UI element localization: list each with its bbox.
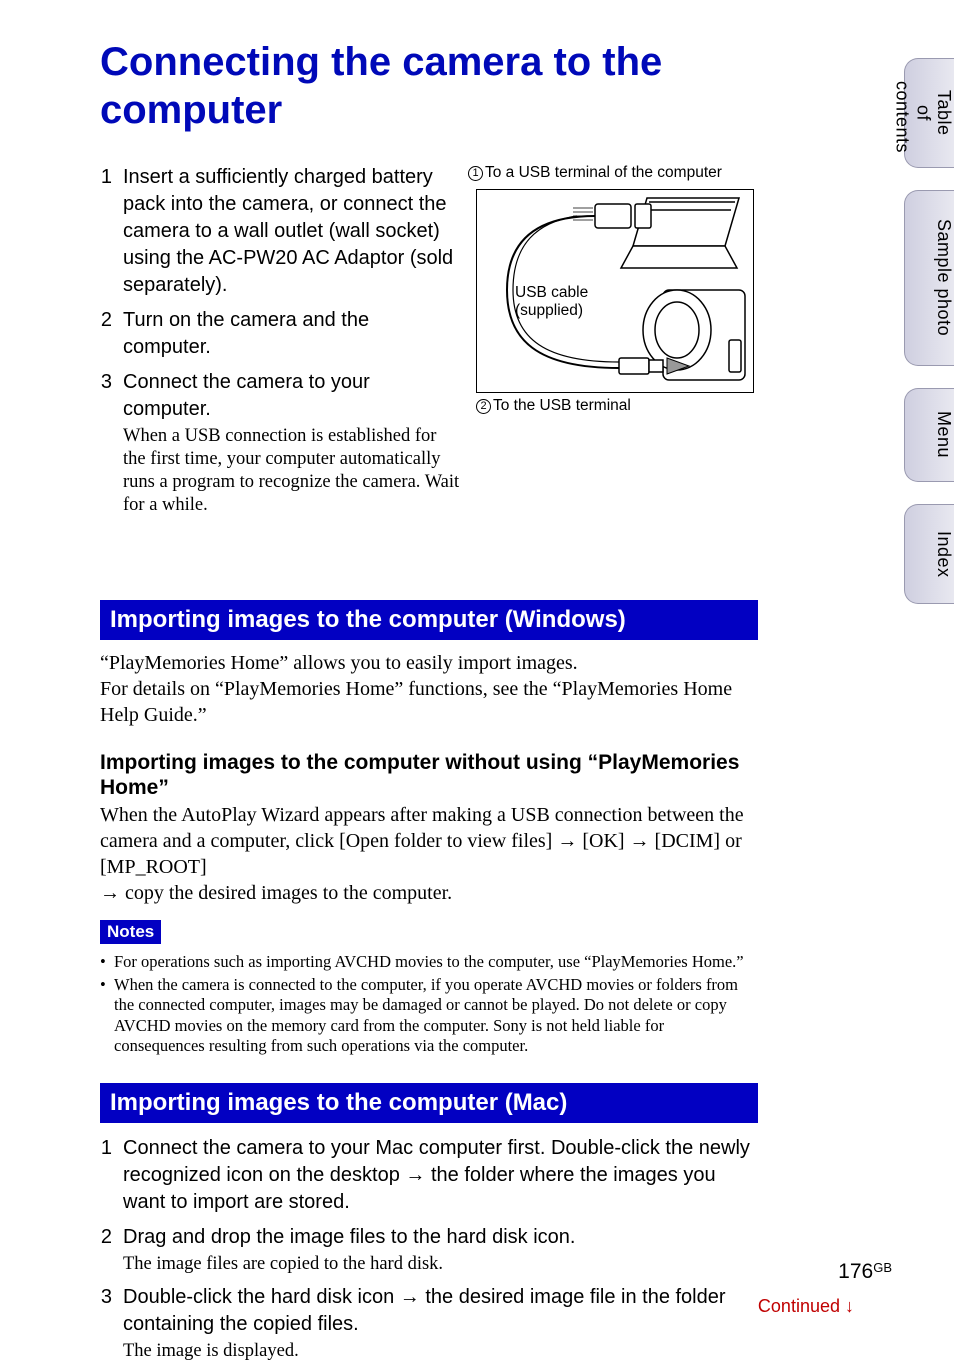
step-number: 3 bbox=[100, 1284, 112, 1363]
page-number: 176GB bbox=[838, 1260, 892, 1284]
note-item: For operations such as importing AVCHD m… bbox=[100, 952, 758, 973]
step-text: Insert a sufficiently charged battery pa… bbox=[123, 164, 460, 299]
section-subbody: When the AutoPlay Wizard appears after m… bbox=[100, 802, 758, 906]
section-subhead: Importing images to the computer without… bbox=[100, 750, 758, 800]
tab-index[interactable]: Index bbox=[904, 504, 954, 604]
main-steps: 1 Insert a sufficiently charged battery … bbox=[100, 164, 460, 518]
tab-table-of-contents[interactable]: Table of contents bbox=[904, 58, 954, 168]
usb-cable-label: USB cable(supplied) bbox=[515, 284, 588, 321]
step-number: 1 bbox=[100, 164, 112, 299]
step-text: Double-click the hard disk icon → the de… bbox=[123, 1284, 758, 1338]
notes-label: Notes bbox=[100, 920, 161, 944]
section-heading-mac: Importing images to the computer (Mac) bbox=[100, 1083, 758, 1123]
callout-number-icon: 2 bbox=[476, 399, 491, 414]
section-heading-windows: Importing images to the computer (Window… bbox=[100, 600, 758, 640]
note-item: When the camera is connected to the comp… bbox=[100, 975, 758, 1058]
callout-number-icon: 1 bbox=[468, 166, 483, 181]
step-number: 3 bbox=[100, 369, 112, 518]
step-text: Drag and drop the image files to the har… bbox=[123, 1224, 758, 1251]
connection-diagram: USB cable(supplied) bbox=[476, 189, 754, 393]
step-number: 2 bbox=[100, 307, 112, 361]
step-number: 1 bbox=[100, 1135, 112, 1216]
section-body: “PlayMemories Home” allows you to easily… bbox=[100, 650, 758, 728]
continued-indicator: Continued ↓ bbox=[758, 1296, 854, 1317]
callout-2: 2To the USB terminal bbox=[476, 397, 758, 416]
step-subtext: The image is displayed. bbox=[123, 1340, 758, 1363]
diagram-area: 1To a USB terminal of the computer bbox=[468, 164, 758, 526]
page-title: Connecting the camera to the computer bbox=[100, 38, 758, 134]
down-arrow-icon: ↓ bbox=[845, 1296, 854, 1316]
step-subtext: The image files are copied to the hard d… bbox=[123, 1253, 758, 1276]
callout-1: 1To a USB terminal of the computer bbox=[468, 164, 758, 183]
callout-text: To the USB terminal bbox=[493, 397, 631, 414]
notes-list: For operations such as importing AVCHD m… bbox=[100, 952, 758, 1057]
step-text: Connect the camera to your Mac computer … bbox=[123, 1135, 758, 1216]
nav-tabs: Table of contents Sample photo Menu Inde… bbox=[898, 58, 954, 626]
mac-steps: 1 Connect the camera to your Mac compute… bbox=[100, 1135, 758, 1363]
step-text: Connect the camera to your computer. bbox=[123, 369, 460, 423]
tab-sample-photo[interactable]: Sample photo bbox=[904, 190, 954, 366]
step-text: Turn on the camera and the computer. bbox=[123, 307, 460, 361]
callout-text: To a USB terminal of the computer bbox=[485, 164, 722, 181]
step-subtext: When a USB connection is established for… bbox=[123, 425, 460, 518]
step-number: 2 bbox=[100, 1224, 112, 1276]
tab-menu[interactable]: Menu bbox=[904, 388, 954, 482]
